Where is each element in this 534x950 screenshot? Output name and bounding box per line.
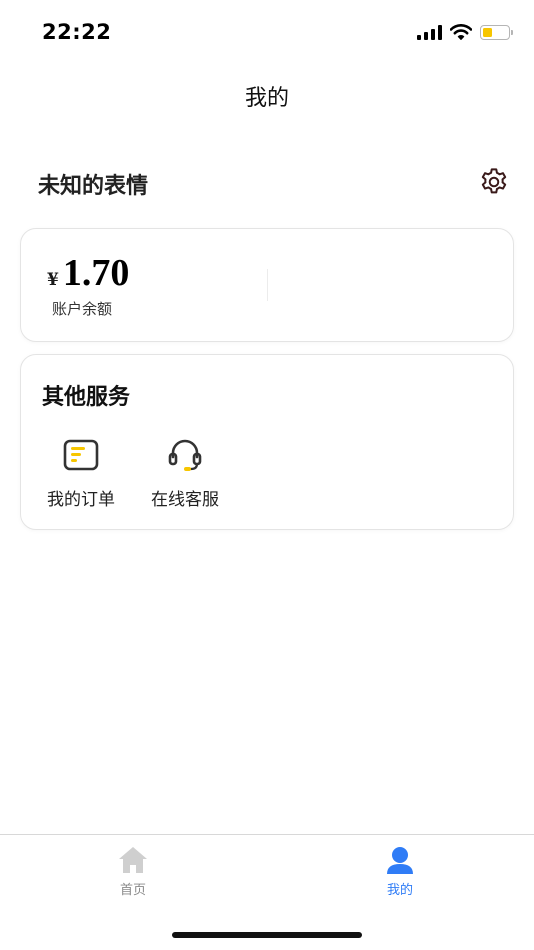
home-indicator <box>172 932 362 938</box>
services-card: 其他服务 我的订单 在线客服 <box>20 354 514 530</box>
balance-card[interactable]: ¥ 1.70 账户余额 <box>20 228 514 342</box>
wifi-icon <box>450 24 472 40</box>
tab-home-label: 首页 <box>119 883 146 898</box>
online-support-button[interactable]: 在线客服 <box>145 435 225 510</box>
order-list-icon <box>61 435 101 475</box>
tab-home[interactable]: 首页 <box>103 845 163 898</box>
balance-label: 账户余额 <box>52 300 113 318</box>
tab-mine[interactable]: 我的 <box>370 845 430 898</box>
status-bar: 22:22 <box>0 0 534 60</box>
status-icons <box>417 24 513 40</box>
page-title: 我的 <box>244 86 289 111</box>
my-orders-button[interactable]: 我的订单 <box>41 435 121 510</box>
gear-icon <box>481 168 507 194</box>
status-time: 22:22 <box>42 20 112 44</box>
balance-amount: 1.70 <box>62 252 130 294</box>
home-icon <box>118 845 148 875</box>
services-title: 其他服务 <box>42 385 131 410</box>
headset-icon <box>165 435 205 475</box>
online-support-label: 在线客服 <box>151 490 219 510</box>
settings-button[interactable] <box>477 165 511 199</box>
profile-username: 未知的表情 <box>38 174 149 199</box>
card-divider <box>267 269 268 301</box>
user-icon <box>385 845 415 875</box>
balance-amount-row: ¥ 1.70 <box>47 251 129 295</box>
battery-icon <box>480 24 513 40</box>
tab-mine-label: 我的 <box>386 883 413 898</box>
currency-symbol: ¥ <box>47 270 59 290</box>
my-orders-label: 我的订单 <box>47 490 115 510</box>
cellular-signal-icon <box>417 24 442 40</box>
